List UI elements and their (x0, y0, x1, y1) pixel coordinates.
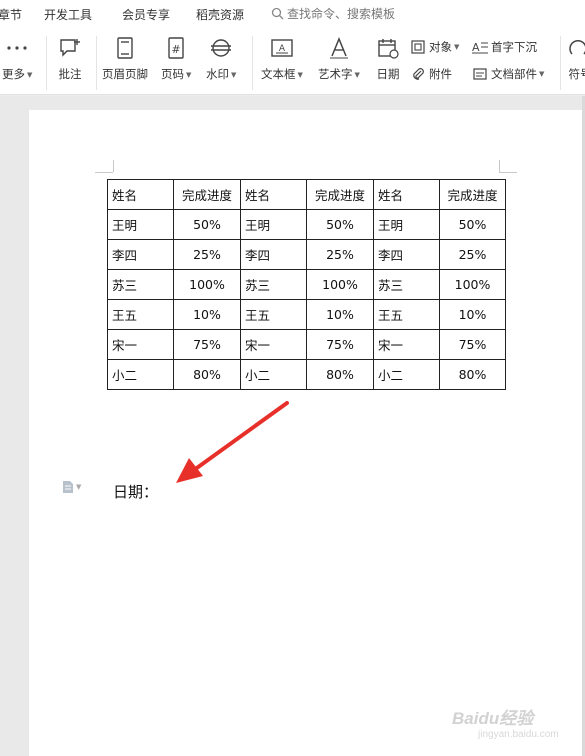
watermark-text: Baidu经验 (452, 709, 534, 728)
annotation-arrow (176, 401, 289, 483)
watermark-url: jingyan.baidu.com (478, 729, 559, 740)
